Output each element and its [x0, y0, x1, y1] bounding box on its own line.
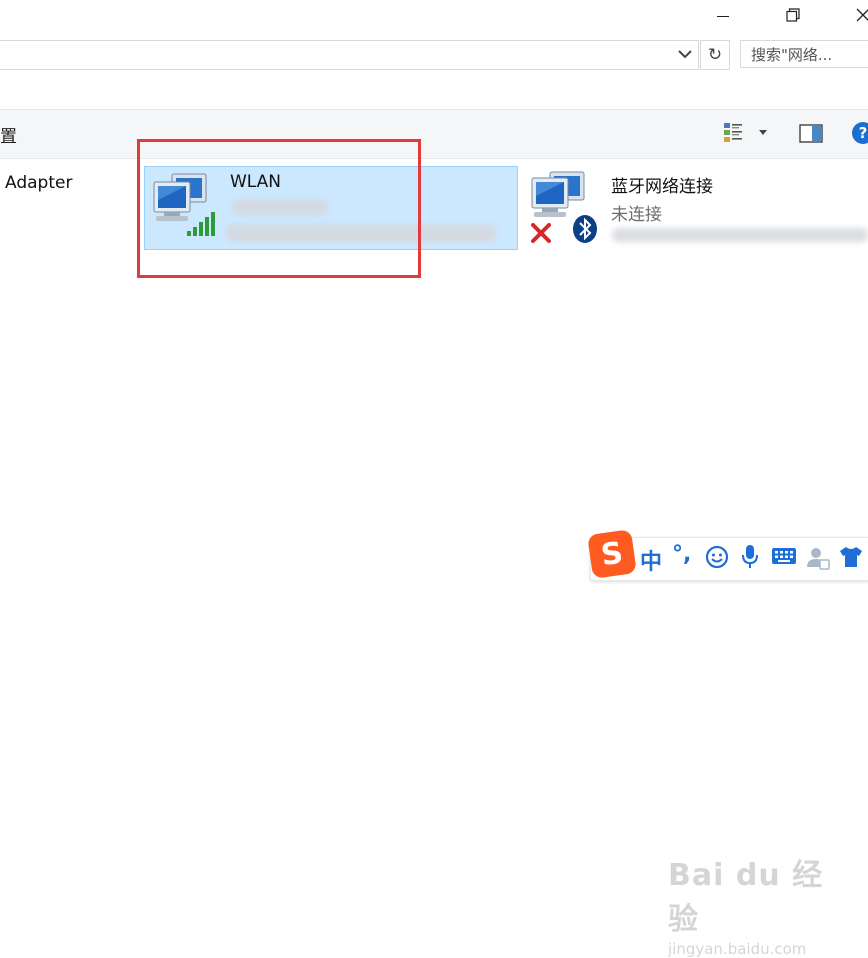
refresh-icon: ↻ [707, 45, 723, 65]
help-icon[interactable]: ? [852, 122, 868, 144]
bluetooth-status: 未连接 [611, 205, 662, 225]
restore-button[interactable] [770, 0, 816, 30]
minimize-button[interactable] [700, 0, 746, 30]
bluetooth-icon [573, 215, 597, 243]
close-icon [856, 8, 868, 22]
search-placeholder: 搜索"网络... [751, 46, 833, 64]
adapter-item-label[interactable]: Adapter [5, 173, 72, 193]
sogou-logo-icon[interactable]: S [587, 529, 637, 579]
search-input[interactable]: 搜索"网络... [740, 40, 868, 68]
microphone-icon[interactable] [740, 543, 760, 571]
emoji-icon[interactable] [705, 545, 729, 569]
user-account-icon[interactable] [805, 545, 831, 571]
minimize-icon [717, 15, 729, 17]
close-button[interactable] [840, 0, 868, 30]
view-dropdown-icon[interactable] [758, 129, 768, 137]
watermark-line2: jingyan.baidu.com [668, 940, 807, 958]
ime-mode-toggle[interactable]: 中 [640, 544, 662, 576]
command-item-settings[interactable]: 置 [0, 122, 17, 147]
skin-shirt-icon[interactable] [838, 545, 864, 569]
baidu-jingyan-watermark: Bai du 经验 jingyan.baidu.com [668, 850, 838, 958]
preview-pane-icon[interactable] [799, 124, 823, 144]
view-options-icon[interactable] [722, 121, 748, 145]
highlight-annotation-box [137, 139, 421, 278]
watermark-line1: Bai du 经验 [668, 858, 824, 937]
keyboard-icon[interactable] [771, 547, 797, 565]
ime-punctuation-toggle[interactable]: °, [672, 542, 691, 567]
address-bar[interactable] [0, 40, 699, 70]
chevron-down-icon[interactable] [676, 44, 694, 64]
restore-icon [786, 8, 800, 22]
refresh-button[interactable]: ↻ [700, 40, 730, 70]
redacted-adapter-name [612, 228, 868, 242]
disconnected-x-icon [531, 223, 551, 243]
bluetooth-title: 蓝牙网络连接 [611, 177, 713, 197]
